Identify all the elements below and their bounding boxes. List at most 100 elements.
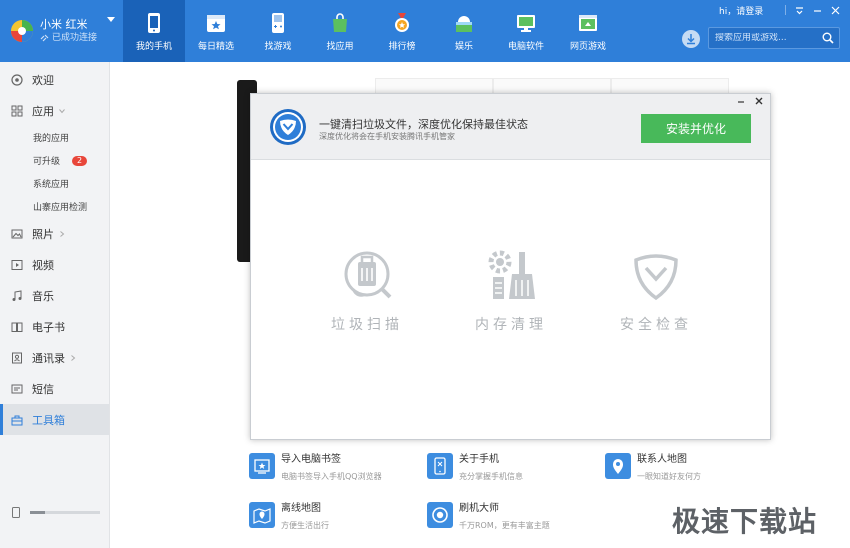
feature-list: 垃圾扫描 内存清理 安全检查 [251,244,772,344]
nav-label: 找游戏 [264,42,292,52]
nav-web-games[interactable]: 网页游戏 [557,0,619,62]
contacts-icon [11,352,23,364]
device-selector[interactable]: 小米 红米 已成功连接 [0,0,123,62]
sidebar-item-ebook[interactable]: 电子书 [0,311,109,342]
nav-find-games[interactable]: 找游戏 [247,0,309,62]
nav-label: 电脑软件 [507,42,544,52]
chevron-down-icon [59,108,65,113]
tool-name: 联系人地图 [637,454,687,465]
storage-fill [30,511,46,514]
chevron-right-icon [71,354,76,361]
minimize-icon [738,101,744,103]
tool-flash-master[interactable]: 刷机大师 千万ROM，更有丰富主题 [427,502,550,532]
sidebar-item-label: 山寨应用检测 [33,203,88,213]
tool-desc: 电脑书签导入手机QQ浏览器 [281,472,382,481]
sidebar-sub-copycat-check[interactable]: 山寨应用检测 [0,195,109,218]
shopping-bag-icon [328,11,352,35]
nav-label: 每日精选 [197,42,234,52]
sidebar-sub-upgradable[interactable]: 可升级 2 [0,149,109,172]
nav-label: 网页游戏 [569,42,606,52]
feature-label: 垃圾扫描 [331,317,403,333]
sidebar-item-label: 短信 [32,382,54,396]
book-icon [11,321,23,333]
monitor-icon [514,11,538,35]
sidebar-item-apps[interactable]: 应用 [0,95,109,126]
dialog-minimize-button[interactable] [736,96,746,106]
sidebar-item-toolbox[interactable]: 工具箱 [0,404,109,435]
divider [785,5,786,15]
dialog-subtitle: 深度优化将会在手机安装腾讯手机管家 [319,132,455,141]
nav-label: 找应用 [326,42,354,52]
phone-info-icon [427,453,453,479]
feature-memory-clean[interactable]: 内存清理 [461,244,561,334]
tool-name: 离线地图 [281,503,321,514]
nav-pc-software[interactable]: 电脑软件 [495,0,557,62]
storage-bar [30,511,100,514]
tool-contact-map[interactable]: 联系人地图 一眼知道好友何方 [605,453,701,483]
close-button[interactable] [826,3,844,17]
music-icon [11,289,23,302]
bookmark-import-icon [249,453,275,479]
sidebar-item-video[interactable]: 视频 [0,249,109,280]
nav-label: 我的手机 [135,42,172,52]
nav-find-apps[interactable]: 找应用 [309,0,371,62]
sidebar-item-label: 系统应用 [33,180,70,190]
sidebar-item-label: 工具箱 [32,413,65,427]
nav-rankings[interactable]: 排行榜 [371,0,433,62]
feature-label: 内存清理 [475,317,547,333]
tool-about-phone[interactable]: 关于手机 充分掌握手机信息 [427,453,523,483]
tool-desc: 方便生活出行 [281,521,329,530]
apps-grid-icon [11,105,23,117]
sidebar-item-label: 通讯录 [32,351,65,365]
feature-security-check[interactable]: 安全检查 [606,244,706,334]
message-icon [11,383,23,395]
menu-icon [795,6,803,14]
sidebar-item-label: 欢迎 [32,73,54,87]
shield-icon [269,108,307,146]
sidebar-item-sms[interactable]: 短信 [0,373,109,404]
sidebar-sub-system-apps[interactable]: 系统应用 [0,172,109,195]
link-icon [40,34,49,42]
nav-label: 娱乐 [454,42,473,52]
photo-icon [11,228,23,240]
minimize-button[interactable] [808,3,826,17]
download-icon [687,34,695,45]
search-icon[interactable] [822,32,834,44]
sidebar-item-label: 照片 [32,227,54,241]
tool-name: 刷机大师 [459,503,499,514]
tool-import-bookmarks[interactable]: 导入电脑书签 电脑书签导入手机QQ浏览器 [249,453,382,483]
caret-down-icon[interactable] [107,17,115,23]
search-input[interactable] [709,33,822,43]
dialog-close-button[interactable] [754,96,764,106]
dialog-header: 一键清扫垃圾文件，深度优化保持最佳状态 深度优化将会在手机安装腾讯手机管家 安装… [251,94,770,160]
tool-offline-map[interactable]: 离线地图 方便生活出行 [249,502,329,532]
sidebar-item-label: 音乐 [32,289,54,303]
sidebar-item-welcome[interactable]: 欢迎 [0,64,109,95]
tool-desc: 一眼知道好友何方 [637,472,701,481]
top-header: 小米 红米 已成功连接 我的手机 每日精选 找游戏 找应用 排行榜 娱乐 电脑软… [0,0,850,62]
feature-trash-scan[interactable]: 垃圾扫描 [317,244,417,334]
security-check-icon [623,244,689,310]
install-optimize-button[interactable]: 安装并优化 [641,114,751,143]
tool-desc: 充分掌握手机信息 [459,472,523,481]
nav-daily-picks[interactable]: 每日精选 [185,0,247,62]
gamepad-icon [266,11,290,35]
storage-indicator [12,507,100,518]
menu-button[interactable] [790,3,808,17]
nav-entertainment[interactable]: 娱乐 [433,0,495,62]
watermark-text: 极速下载站 [672,505,818,538]
feature-label: 安全检查 [620,317,692,333]
sidebar-item-label: 应用 [32,104,54,118]
download-manager-button[interactable] [682,30,700,48]
top-nav: 我的手机 每日精选 找游戏 找应用 排行榜 娱乐 电脑软件 网页游戏 [123,0,619,62]
nav-label: 排行榜 [388,42,416,52]
contact-map-icon [605,453,631,479]
sidebar-item-photos[interactable]: 照片 [0,218,109,249]
phone-icon [142,11,166,35]
trash-scan-icon [334,244,400,310]
nav-my-phone[interactable]: 我的手机 [123,0,185,62]
login-link[interactable]: hi，请登录 [719,4,763,17]
sidebar-item-contacts[interactable]: 通讯录 [0,342,109,373]
sidebar-item-music[interactable]: 音乐 [0,280,109,311]
sidebar-sub-my-apps[interactable]: 我的应用 [0,126,109,149]
